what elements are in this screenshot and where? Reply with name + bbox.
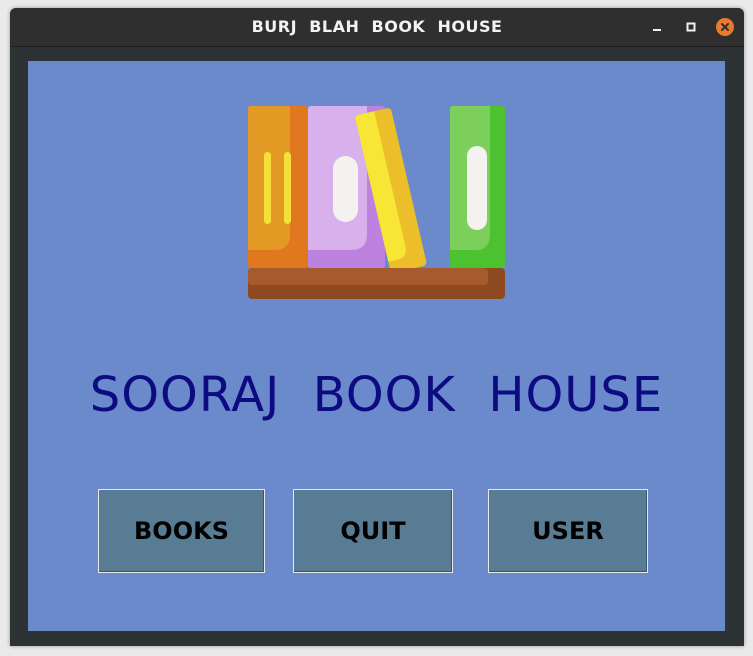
close-button[interactable]	[716, 18, 734, 36]
user-button[interactable]: USER	[488, 489, 648, 573]
books-button[interactable]: BOOKS	[98, 489, 265, 573]
maximize-button[interactable]	[682, 18, 700, 36]
maximize-icon	[686, 22, 696, 32]
green-book-icon	[450, 106, 505, 268]
shelf-icon	[248, 268, 505, 299]
window-title: BURJ BLAH BOOK HOUSE	[251, 17, 503, 36]
quit-button[interactable]: QUIT	[293, 489, 453, 573]
app-window: BURJ BLAH BOOK HOUSE SOORAJ BOOK HOUSE B…	[10, 8, 744, 646]
close-icon	[721, 23, 729, 31]
minimize-icon	[653, 29, 661, 31]
orange-book-icon	[248, 106, 308, 268]
bookshelf-icon	[248, 106, 505, 299]
minimize-button[interactable]	[648, 18, 666, 36]
page-title: SOORAJ BOOK HOUSE	[89, 367, 664, 423]
title-bar[interactable]: BURJ BLAH BOOK HOUSE	[10, 8, 744, 47]
main-panel: SOORAJ BOOK HOUSE BOOKS QUIT USER	[28, 61, 725, 631]
